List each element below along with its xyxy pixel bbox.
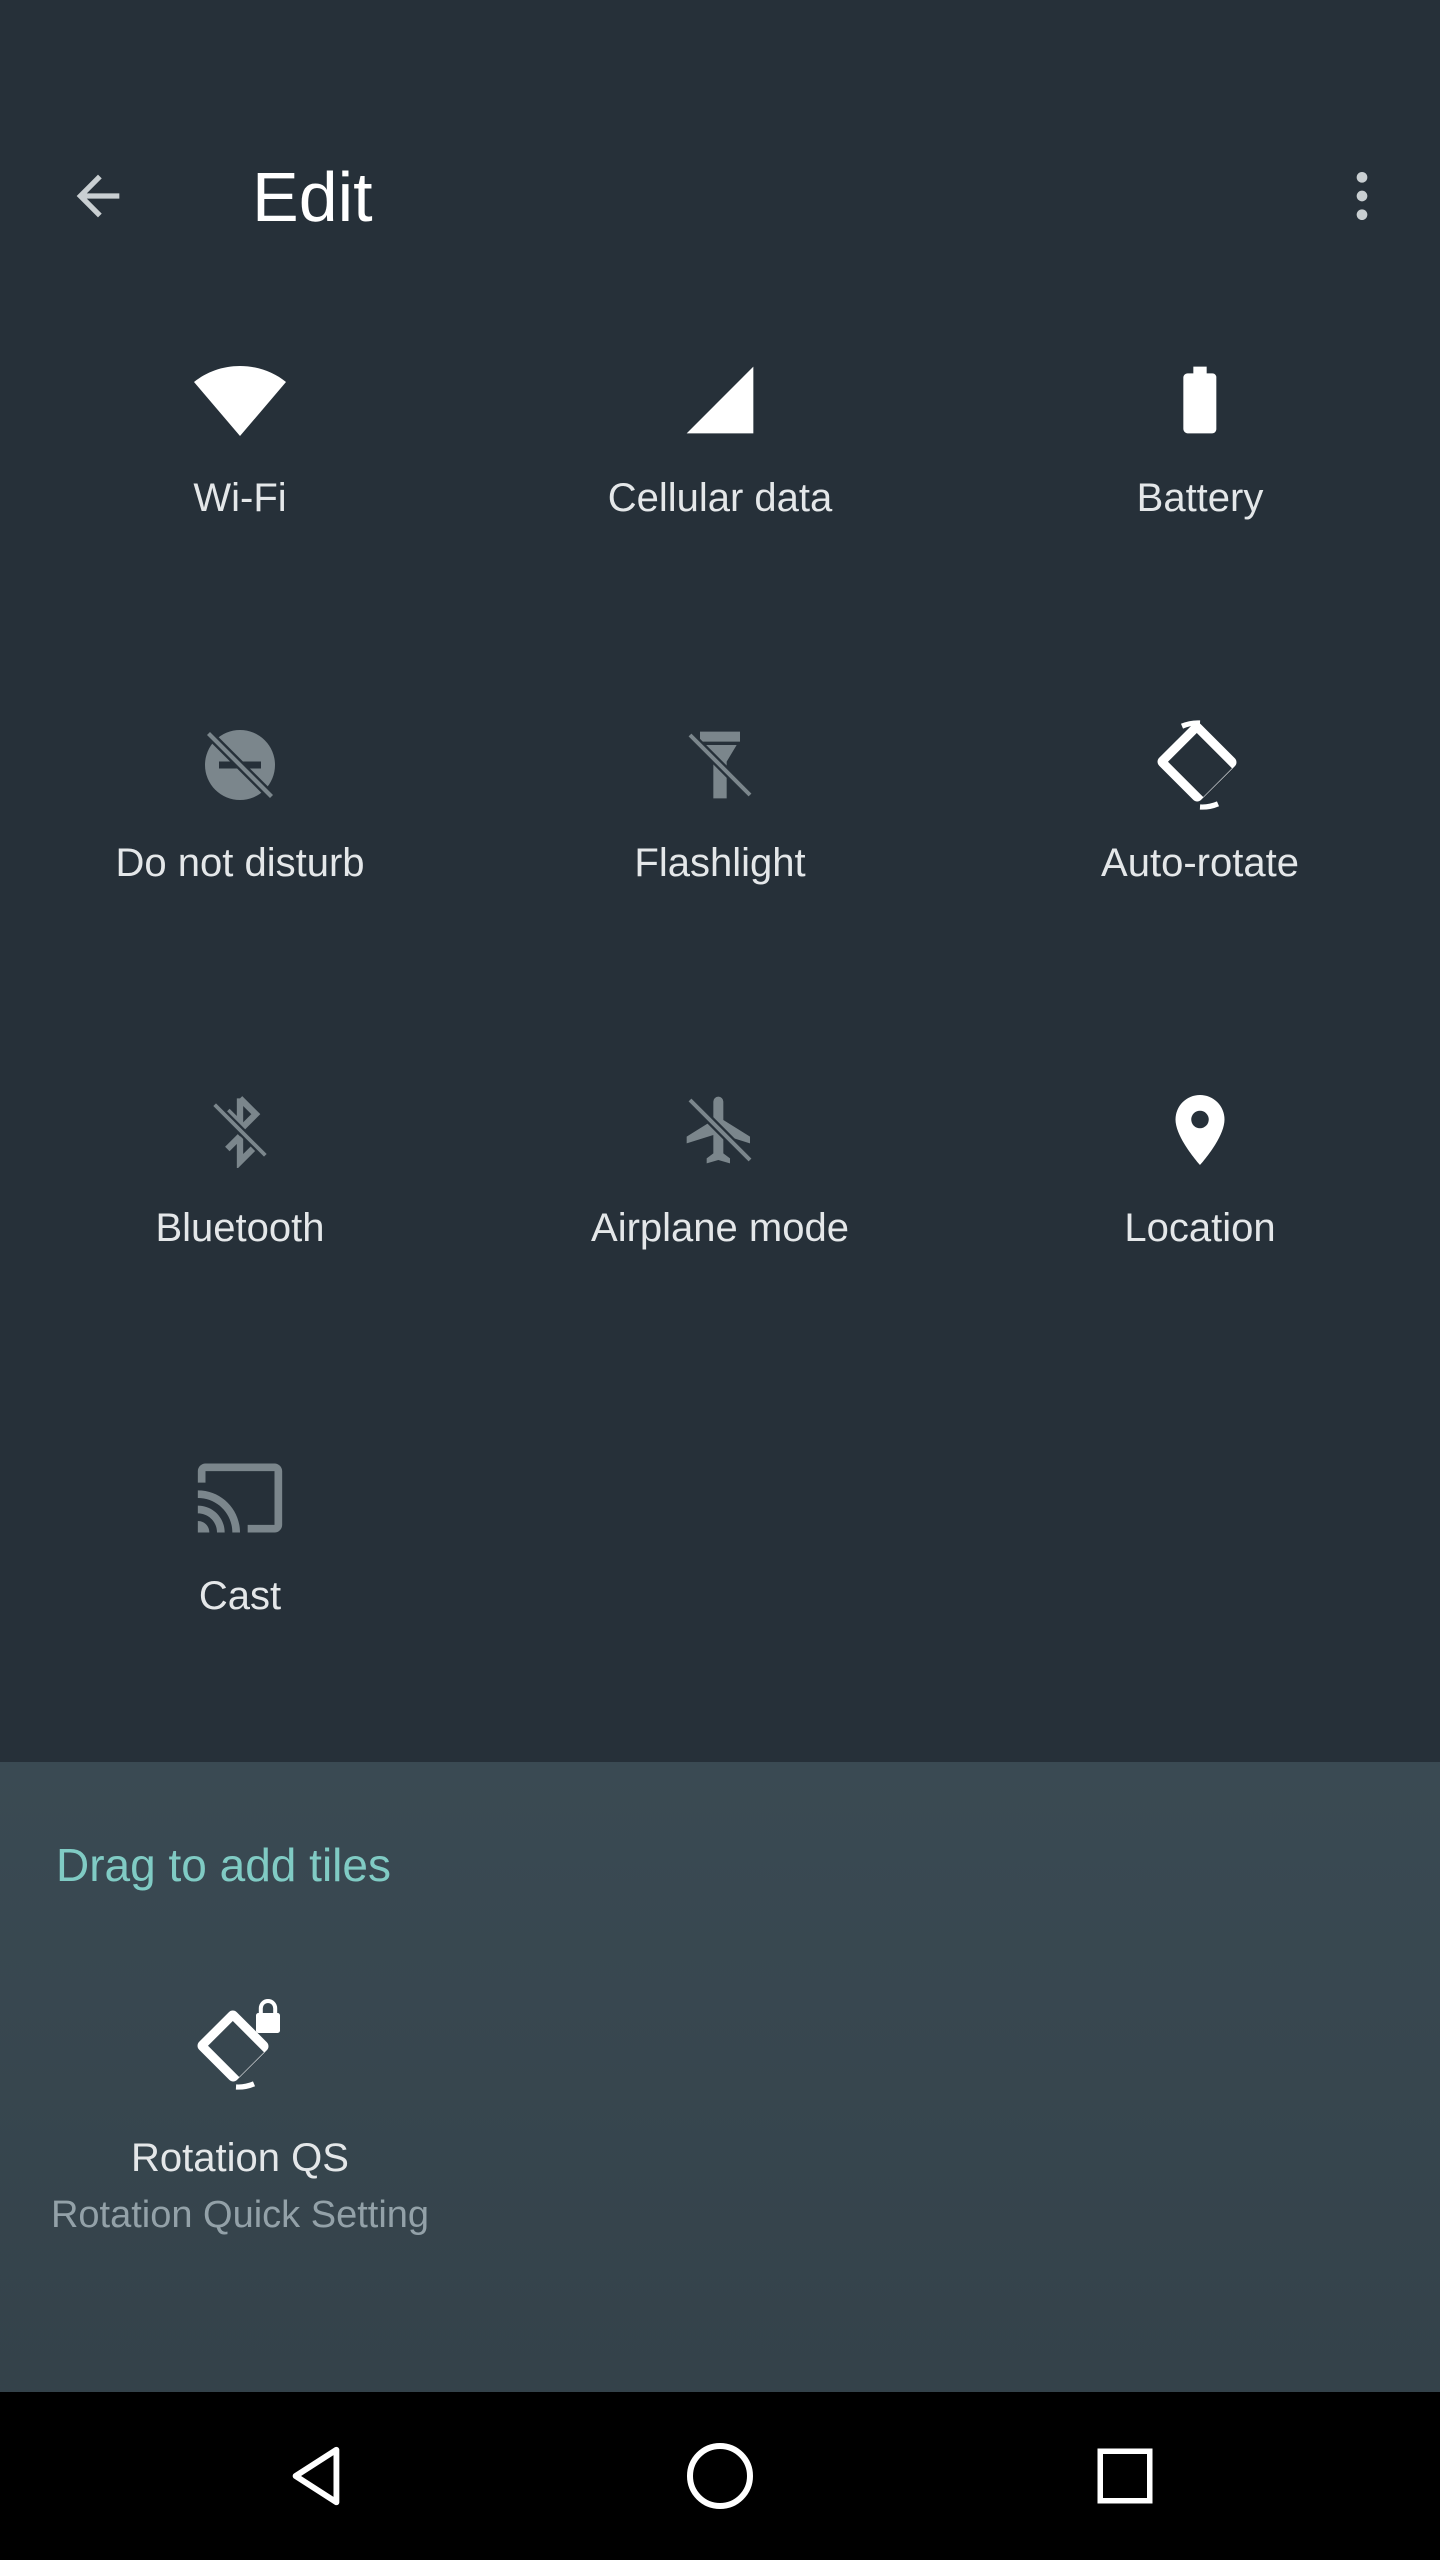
tile-label: Location [1124,1206,1276,1250]
tile-sublabel: Rotation Quick Setting [50,2194,430,2236]
nav-back-icon [292,2446,340,2506]
tile-bluetooth[interactable]: Bluetooth [0,1070,480,1370]
nav-recents-icon [1097,2448,1153,2504]
tile-label: Bluetooth [155,1206,325,1250]
tile-label: Cast [198,1574,282,1618]
app-bar: Edit [0,0,1440,330]
tile-auto-rotate[interactable]: Auto-rotate [960,705,1440,1005]
tile-do-not-disturb[interactable]: Do not disturb [0,705,480,1005]
section-title: Drag to add tiles [56,1839,391,1891]
tile-label: Rotation QS [131,2136,349,2180]
tile-cellular-data[interactable]: Cellular data [480,340,960,640]
nav-home-button[interactable] [670,2426,770,2526]
wifi-icon [180,340,300,460]
tile-location[interactable]: Location [960,1070,1440,1370]
cellular-signal-icon [660,340,780,460]
arrow-back-icon [76,174,120,218]
page-title: Edit [252,158,373,236]
tile-rotation-qs[interactable]: Rotation QS Rotation Quick Setting [0,1990,480,2270]
flashlight-off-icon [660,705,780,825]
location-pin-icon [1140,1070,1260,1190]
tile-label: Flashlight [634,841,806,885]
bluetooth-off-icon [180,1070,300,1190]
tile-label: Cellular data [607,476,833,520]
tile-airplane-mode[interactable]: Airplane mode [480,1070,960,1370]
tile-label: Airplane mode [591,1206,849,1250]
more-options-button[interactable] [1322,156,1402,236]
back-button[interactable] [58,156,138,236]
nav-home-icon [687,2443,753,2509]
tile-cast[interactable]: Cast [0,1438,480,1738]
more-vert-icon [1356,172,1368,220]
tile-flashlight[interactable]: Flashlight [480,705,960,1005]
tile-label: Auto-rotate [1101,841,1299,885]
tile-label: Wi-Fi [193,476,287,520]
auto-rotate-icon [1140,705,1260,825]
nav-back-button[interactable] [266,2426,366,2526]
tile-label: Do not disturb [115,841,365,885]
tile-battery[interactable]: Battery [960,340,1440,640]
cast-icon [180,1438,300,1558]
airplane-off-icon [660,1070,780,1190]
battery-icon [1140,340,1260,460]
navigation-bar [0,2392,1440,2560]
tile-label: Battery [1136,476,1264,520]
tile-wifi[interactable]: Wi-Fi [0,340,480,640]
nav-recents-button[interactable] [1075,2426,1175,2526]
rotation-lock-icon [180,1990,300,2100]
do-not-disturb-off-icon [180,705,300,825]
